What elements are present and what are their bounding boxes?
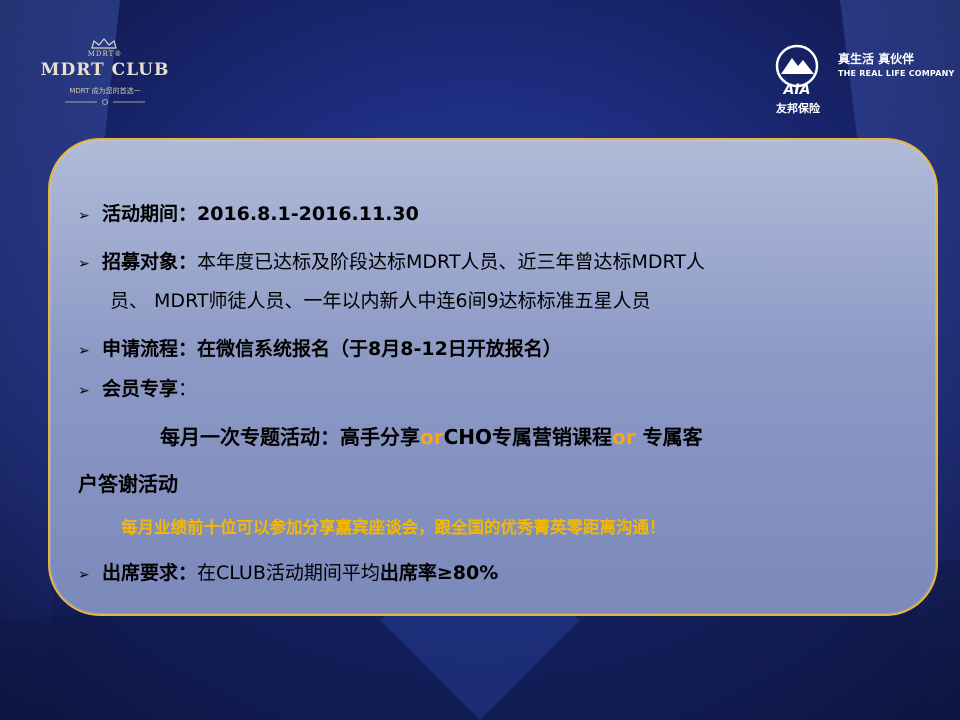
top-ten-highlight: 每月业绩前十位可以参加分享嘉宾座谈会，跟全国的优秀菁英零距离沟通！: [121, 518, 666, 537]
aia-brand-text: AIA: [783, 82, 811, 96]
arrow-right-icon: ➢: [78, 208, 90, 224]
arrow-right-icon: ➢: [78, 343, 90, 359]
aia-mountain-logo-icon: AIA: [775, 44, 819, 96]
monthly-activity-continued: 户答谢活动: [78, 472, 178, 496]
mdrt-small-mark: MDRT®: [87, 50, 123, 58]
aia-logo: AIA 真生活 真伙伴 THE REAL LIFE COMPANY 友邦保险: [768, 42, 954, 122]
arrow-right-icon: ➢: [78, 383, 90, 399]
aia-slogan-cn: 真生活 真伙伴: [838, 52, 915, 66]
bullet-recruit-target: ➢ 招募对象：本年度已达标及阶段达标MDRT人员、近三年曾达标MDRT人: [78, 251, 705, 273]
recruit-target-continued: 员、 MDRT师徒人员、一年以内新人中连6间9达标标准五星人员: [110, 290, 651, 312]
crown-icon: [91, 38, 117, 49]
mdrt-tagline: MDRT 成为您的首选一: [69, 87, 141, 95]
mdrt-club-title: MDRT CLUB: [40, 60, 170, 80]
bullet-member-benefits: ➢ 会员专享：: [78, 378, 198, 400]
ornament-divider-icon: [65, 99, 145, 105]
bullet-application-process: ➢ 申请流程：在微信系统报名（于8月8-12日开放报名）: [78, 338, 562, 360]
arrow-right-icon: ➢: [78, 256, 90, 272]
arrow-right-icon: ➢: [78, 567, 90, 583]
bullet-activity-period: ➢ 活动期间：2016.8.1-2016.11.30: [78, 203, 419, 225]
aia-name-cn: 友邦保险: [776, 102, 820, 115]
mdrt-club-logo: MDRT® MDRT CLUB MDRT 成为您的首选一: [40, 36, 170, 126]
aia-slogan-en: THE REAL LIFE COMPANY: [838, 69, 955, 78]
bullet-attendance-requirement: ➢ 出席要求：在CLUB活动期间平均出席率≥80%: [78, 562, 499, 584]
monthly-activity-line: 每月一次专题活动：高手分享orCHO专属营销课程or 专属客: [160, 425, 703, 449]
